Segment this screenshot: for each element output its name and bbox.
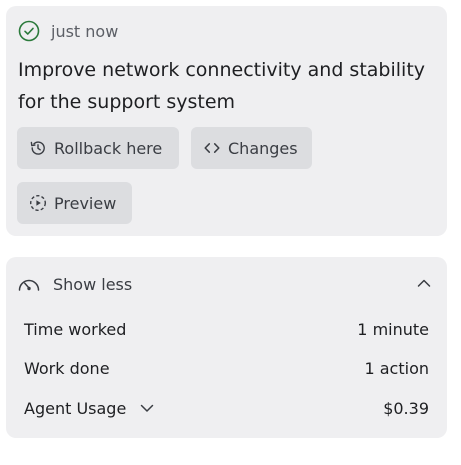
rollback-label: Rollback here bbox=[54, 138, 163, 158]
check-circle-icon bbox=[18, 20, 40, 42]
checkpoint-status: just now bbox=[18, 20, 118, 42]
chevron-up-icon[interactable] bbox=[415, 274, 433, 292]
history-icon bbox=[29, 139, 47, 157]
stat-time-worked: Time worked 1 minute bbox=[24, 317, 429, 341]
changes-button[interactable]: Changes bbox=[191, 127, 312, 169]
code-icon bbox=[203, 139, 221, 157]
changes-label: Changes bbox=[228, 138, 298, 158]
checkpoint-card: just now Improve network connectivity an… bbox=[6, 6, 447, 236]
preview-label: Preview bbox=[54, 193, 117, 213]
stat-label: Work done bbox=[24, 358, 110, 378]
stat-value: 1 minute bbox=[357, 319, 429, 339]
work-summary-card: Show less Time worked 1 minute Work done… bbox=[6, 257, 447, 438]
show-less-label: Show less bbox=[53, 274, 133, 294]
show-less-toggle[interactable]: Show less bbox=[17, 272, 433, 296]
stat-label: Time worked bbox=[24, 319, 127, 339]
gauge-icon bbox=[17, 274, 41, 294]
chevron-down-icon[interactable] bbox=[138, 399, 156, 417]
stat-agent-usage: Agent Usage $0.39 bbox=[24, 396, 429, 420]
rollback-button[interactable]: Rollback here bbox=[17, 127, 179, 169]
stat-label: Agent Usage bbox=[24, 398, 127, 418]
play-circle-icon bbox=[29, 194, 47, 212]
stat-value: $0.39 bbox=[383, 398, 429, 418]
stat-value: 1 action bbox=[364, 358, 429, 378]
status-timestamp: just now bbox=[51, 21, 119, 41]
checkpoint-title: Improve network connectivity and stabili… bbox=[18, 59, 426, 113]
stat-work-done: Work done 1 action bbox=[24, 356, 429, 380]
preview-button[interactable]: Preview bbox=[17, 182, 132, 224]
